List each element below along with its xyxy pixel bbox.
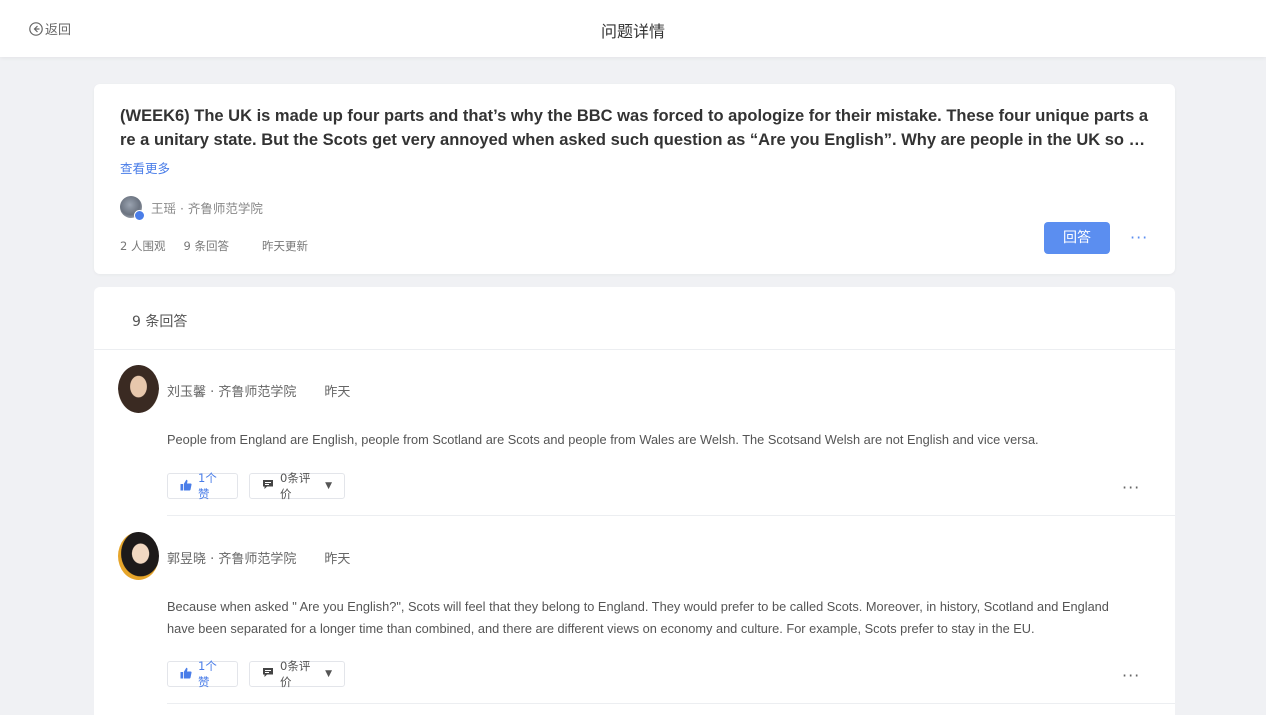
see-more-link[interactable]: 查看更多 [120,158,170,177]
answer-time: 昨天 [324,385,351,400]
question-meta: 2 人围观 9 条回答 昨天更新 [120,238,326,254]
more-options-icon[interactable]: ··· [1122,480,1140,496]
like-button[interactable]: 1个赞 [167,659,238,689]
question-author[interactable]: 王瑶 · 齐鲁师范学院 [120,196,263,221]
comments-dropdown[interactable]: 0条评价 ▼ [249,659,345,689]
answer-text: People from England are English, people … [167,432,1039,447]
answers-header: 9 条回答 [132,314,188,330]
comment-icon [262,479,274,493]
like-button[interactable]: 1个赞 [167,471,238,501]
thumbs-up-icon [180,667,192,682]
answer-text: Because when asked " Are you English?", … [167,599,1109,636]
question-author-name: 王瑶 · 齐鲁师范学院 [151,200,263,216]
chevron-down-icon: ▼ [325,669,332,679]
avatar[interactable] [118,532,159,580]
comment-count: 0条评价 [280,659,311,689]
page-title: 问题详情 [600,22,665,41]
answer-author-name[interactable]: 刘玉馨 · 齐鲁师范学院 [167,381,296,400]
chevron-down-icon: ▼ [325,481,332,491]
top-bar: 返回 问题详情 [0,0,1266,57]
comments-dropdown[interactable]: 0条评价 ▼ [249,471,345,501]
answer-author-row: 刘玉馨 · 齐鲁师范学院 昨天 [167,381,350,400]
updated-time: 昨天更新 [261,239,308,253]
avatar[interactable] [118,365,159,413]
like-count: 1个赞 [198,659,217,689]
question-card: (WEEK6) The UK is made up four parts and… [94,84,1175,274]
comment-icon [262,667,274,681]
answer-time: 昨天 [324,552,351,567]
verified-badge-icon [134,210,145,221]
divider [94,349,1175,350]
answer-button[interactable]: 回答 [1044,222,1110,254]
answer-author-row: 郭昱晓 · 齐鲁师范学院 昨天 [167,548,350,567]
more-options-icon[interactable]: ··· [1130,230,1148,246]
more-options-icon[interactable]: ··· [1122,668,1140,684]
question-title: (WEEK6) The UK is made up four parts and… [120,107,1149,149]
followers-count: 2 人围观 [120,239,166,253]
answers-count: 9 条回答 [183,239,229,253]
comment-count: 0条评价 [280,471,311,501]
thumbs-up-icon [180,479,192,494]
answers-card: 9 条回答 刘玉馨 · 齐鲁师范学院 昨天 People from Englan… [94,287,1175,715]
answer-author-name[interactable]: 郭昱晓 · 齐鲁师范学院 [167,548,296,567]
divider [167,515,1175,516]
avatar[interactable] [120,196,145,221]
divider [167,703,1175,704]
like-count: 1个赞 [198,471,217,501]
